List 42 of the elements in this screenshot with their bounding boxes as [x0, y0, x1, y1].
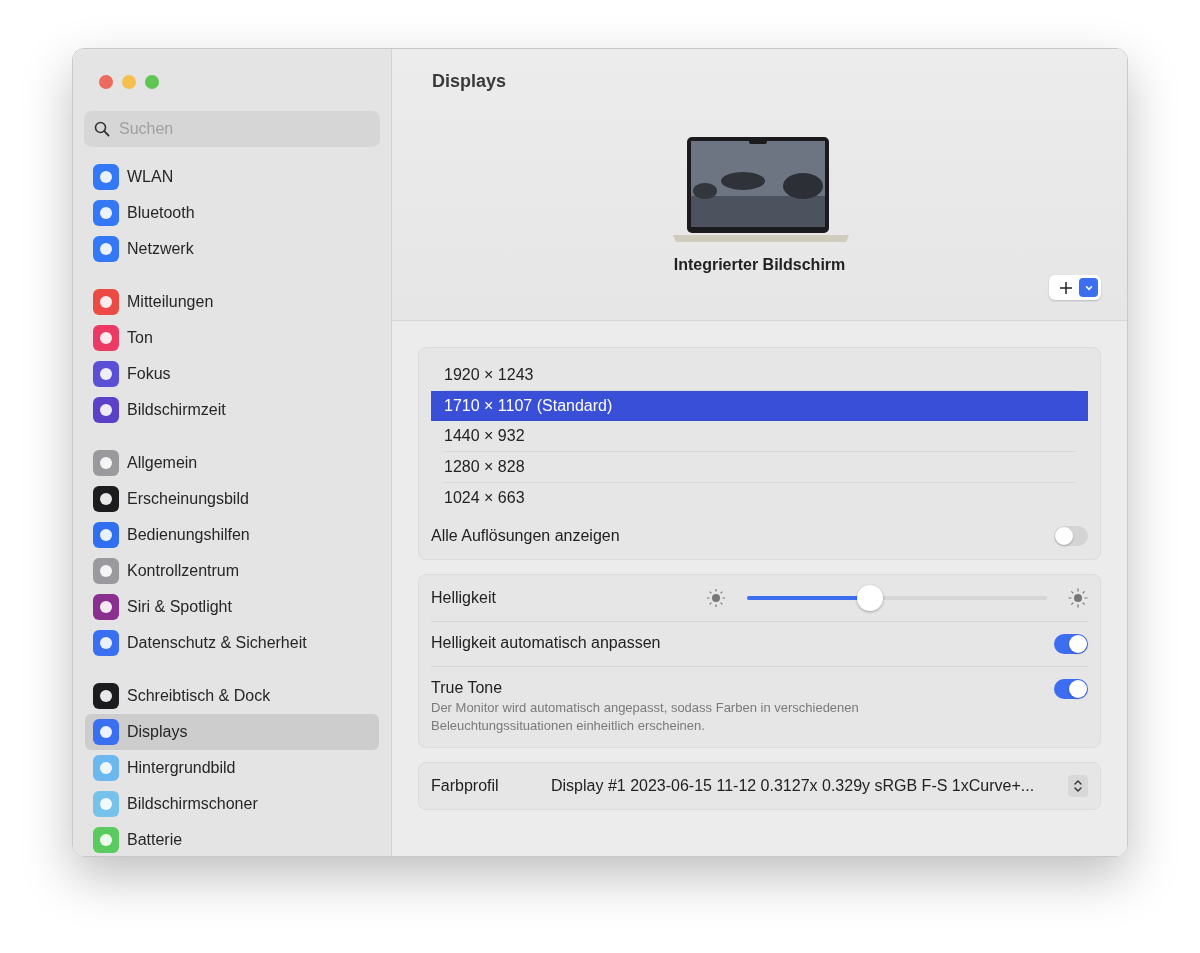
sidebar-item[interactable]: Datenschutz & Sicherheit: [85, 625, 379, 661]
sidebar-item[interactable]: Hintergrundbild: [85, 750, 379, 786]
setting-label: Helligkeit: [431, 589, 496, 607]
sidebar-item[interactable]: Bedienungshilfen: [85, 517, 379, 553]
resolution-option[interactable]: 1024 × 663: [443, 483, 1076, 513]
sun-icon: [706, 588, 726, 608]
sidebar-item[interactable]: Mitteilungen: [85, 284, 379, 320]
sidebar-item[interactable]: Schreibtisch & Dock: [85, 678, 379, 714]
resolution-option[interactable]: 1710 × 1107 (Standard): [431, 391, 1088, 421]
sidebar-item[interactable]: WLAN: [85, 159, 379, 195]
sidebar-item[interactable]: Ton: [85, 320, 379, 356]
plus-icon: [1059, 280, 1073, 295]
setting-description: Der Monitor wird automatisch angepasst, sodass Farben in verschiedenen Beleuchtungssituationen einheitlich erscheinen.: [431, 699, 860, 735]
sidebar-item[interactable]: Bluetooth: [85, 195, 379, 231]
sidebar-item[interactable]: Fokus: [85, 356, 379, 392]
sidebar-item[interactable]: Siri & Spotlight: [85, 589, 379, 625]
stepper-icon[interactable]: [1068, 775, 1088, 797]
sidebar-item[interactable]: Netzwerk: [85, 231, 379, 267]
sidebar-item[interactable]: Erscheinungsbild: [85, 481, 379, 517]
sun-icon: [1068, 588, 1088, 608]
add-display-button[interactable]: [1049, 275, 1101, 300]
sidebar-item[interactable]: Bildschirmschoner: [85, 786, 379, 822]
sidebar-item[interactable]: Allgemein: [85, 445, 379, 481]
toggle-switch[interactable]: [1054, 634, 1088, 654]
chevron-down-icon: [1079, 278, 1098, 297]
close-button[interactable]: [99, 75, 113, 89]
search-icon: [94, 121, 110, 137]
display-name: Integrierter Bildschirm: [673, 256, 846, 274]
sidebar-item[interactable]: Kontrollzentrum: [85, 553, 379, 589]
toggle-switch[interactable]: [1054, 526, 1088, 546]
resolution-option[interactable]: 1280 × 828: [443, 452, 1076, 483]
setting-label: Farbprofil: [431, 777, 500, 795]
resolution-option[interactable]: 1440 × 932: [443, 421, 1076, 452]
page-title: Displays: [432, 71, 507, 92]
setting-label: True Tone: [431, 679, 504, 697]
setting-label: Helligkeit automatisch anpassen: [431, 634, 661, 652]
setting-label: Alle Auflösungen anzeigen: [431, 527, 620, 545]
toggle-switch[interactable]: [1054, 679, 1088, 699]
color-profile-value[interactable]: Display #1 2023-06-15 11-12 0.3127x 0.329y sRGB F-S 1xCurve+...: [551, 777, 1068, 795]
sidebar-item[interactable]: Batterie: [85, 822, 379, 856]
sidebar-item[interactable]: Bildschirmzeit: [85, 392, 379, 428]
sidebar-item[interactable]: Displays: [85, 714, 379, 750]
